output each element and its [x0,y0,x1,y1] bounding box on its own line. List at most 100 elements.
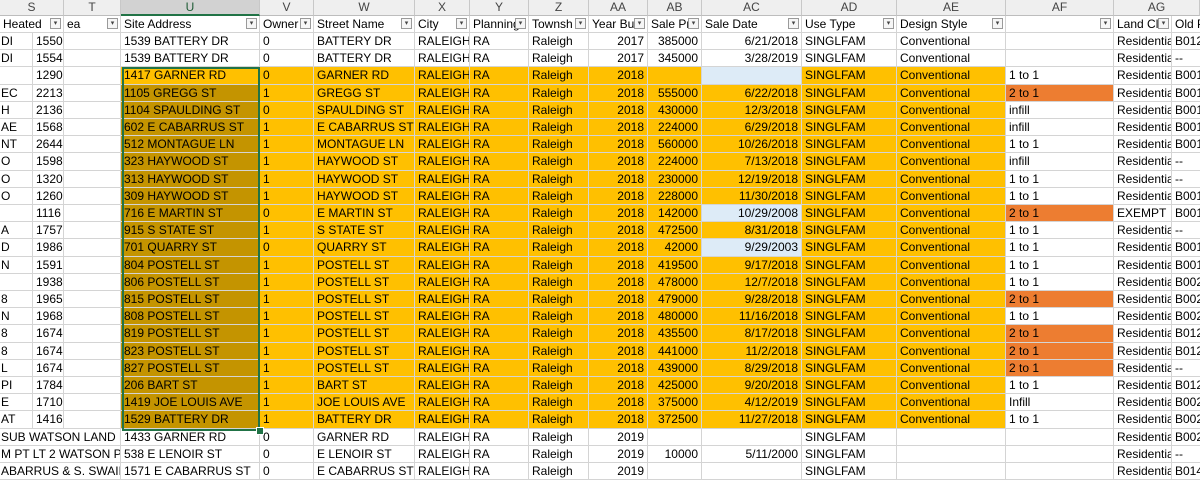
cell-plan[interactable]: RA [470,394,529,412]
cell-oldp[interactable]: B002 [1172,308,1200,326]
cell-addr[interactable]: 915 S STATE ST [121,222,260,240]
cell-plan[interactable]: RA [470,205,529,223]
cell-s[interactable]: O [0,153,33,171]
cell-heated[interactable]: 2213 [33,84,64,102]
cell-heated[interactable]: 1674 [33,325,64,343]
cell-land[interactable]: Residentia [1114,291,1172,309]
filter-dropdown-icon[interactable]: ▾ [401,18,412,29]
cell-town[interactable]: Raleigh [529,67,589,85]
cell-use[interactable]: SINGLFAM [802,170,897,188]
empty-cell[interactable] [64,84,121,102]
cell-city[interactable]: RALEIGH [415,205,470,223]
empty-cell[interactable] [64,239,121,257]
cell-land[interactable]: Residentia [1114,222,1172,240]
cell-owner[interactable]: 0 [260,67,314,85]
cell-addr[interactable]: 1104 SPAULDING ST [121,101,260,119]
cell-price[interactable]: 224000 [648,153,702,171]
cell-date[interactable]: 12/3/2018 [702,101,802,119]
cell-plan[interactable]: RA [470,136,529,154]
empty-cell[interactable] [64,291,121,309]
cell-s[interactable]: L [0,359,33,377]
cell-use[interactable]: SINGLFAM [802,50,897,68]
cell-street[interactable]: E LENOIR ST [314,445,415,463]
cell-street[interactable]: POSTELL ST [314,325,415,343]
cell-af[interactable]: 2 to 1 [1006,342,1114,360]
cell-style[interactable]: Conventional [897,291,1006,309]
cell-af[interactable]: 2 to 1 [1006,205,1114,223]
cell-city[interactable]: RALEIGH [415,67,470,85]
cell-year[interactable]: 2018 [589,377,648,395]
cell-land[interactable]: Residentia [1114,119,1172,137]
cell-addr[interactable]: 538 E LENOIR ST [121,445,260,463]
cell-price[interactable]: 435500 [648,325,702,343]
cell-land[interactable]: Residentia [1114,377,1172,395]
column-header-s[interactable]: S [0,0,64,16]
cell-use[interactable]: SINGLFAM [802,84,897,102]
filter-dropdown-icon[interactable]: ▾ [634,18,645,29]
cell-year[interactable]: 2018 [589,273,648,291]
cell-oldp[interactable]: B012 [1172,343,1200,360]
cell-year[interactable]: 2018 [589,153,648,171]
cell-date[interactable]: 7/13/2018 [702,153,802,171]
cell-land[interactable]: Residentia [1114,256,1172,274]
cell-addr[interactable]: 602 E CABARRUS ST [121,119,260,137]
cell-s[interactable]: NT [0,136,33,154]
cell-owner[interactable]: 1 [260,394,314,412]
cell-use[interactable]: SINGLFAM [802,445,897,463]
cell-heated[interactable]: 1550 [33,33,64,51]
empty-cell[interactable] [64,411,121,429]
cell-street[interactable]: HAYWOOD ST [314,187,415,205]
cell-use[interactable]: SINGLFAM [802,119,897,137]
empty-cell[interactable] [64,377,121,395]
empty-cell[interactable] [64,359,121,377]
cell-plan[interactable]: RA [470,291,529,309]
filter-dropdown-icon[interactable]: ▾ [883,18,894,29]
cell-date[interactable]: 11/2/2018 [702,342,802,360]
cell-city[interactable]: RALEIGH [415,411,470,429]
cell-date[interactable]: 10/29/2008 [702,205,802,223]
cell-price[interactable]: 478000 [648,273,702,291]
cell-land[interactable]: Residentia [1114,101,1172,119]
cell-city[interactable]: RALEIGH [415,256,470,274]
cell-af[interactable]: 1 to 1 [1006,377,1114,395]
cell-street[interactable]: POSTELL ST [314,342,415,360]
cell-owner[interactable]: 0 [260,101,314,119]
cell-oldp[interactable]: B002 [1172,291,1200,309]
cell-addr[interactable]: 1105 GREGG ST [121,84,260,102]
cell-af[interactable]: 1 to 1 [1006,411,1114,429]
column-header-x[interactable]: X [415,0,470,16]
cell-price[interactable]: 375000 [648,394,702,412]
cell-s[interactable]: M PT LT 2 WATSON PRO [0,445,121,463]
cell-style[interactable]: Conventional [897,377,1006,395]
cell-town[interactable]: Raleigh [529,33,589,51]
cell-style[interactable]: Conventional [897,33,1006,51]
cell-use[interactable]: SINGLFAM [802,136,897,154]
cell-use[interactable]: SINGLFAM [802,377,897,395]
cell-year[interactable]: 2018 [589,205,648,223]
cell-city[interactable]: RALEIGH [415,187,470,205]
cell-land[interactable]: Residentia [1114,308,1172,326]
empty-cell[interactable] [64,33,121,51]
cell-owner[interactable]: 1 [260,377,314,395]
cell-city[interactable]: RALEIGH [415,428,470,446]
cell-date[interactable]: 11/30/2018 [702,187,802,205]
cell-style[interactable]: Conventional [897,50,1006,68]
cell-use[interactable]: SINGLFAM [802,101,897,119]
cell-addr[interactable]: 1539 BATTERY DR [121,50,260,68]
cell-town[interactable]: Raleigh [529,170,589,188]
cell-s[interactable]: PI [0,377,33,395]
cell-street[interactable]: GARNER RD [314,67,415,85]
cell-price[interactable]: 479000 [648,291,702,309]
cell-af[interactable]: 2 to 1 [1006,325,1114,343]
cell-use[interactable]: SINGLFAM [802,153,897,171]
cell-owner[interactable]: 1 [260,119,314,137]
cell-date[interactable] [702,428,802,446]
cell-oldp[interactable]: -- [1172,360,1200,377]
column-header-af[interactable]: AF [1006,0,1114,16]
column-header-w[interactable]: W [314,0,415,16]
cell-city[interactable]: RALEIGH [415,153,470,171]
cell-use[interactable]: SINGLFAM [802,342,897,360]
cell-town[interactable]: Raleigh [529,187,589,205]
cell-year[interactable]: 2018 [589,394,648,412]
cell-plan[interactable]: RA [470,84,529,102]
